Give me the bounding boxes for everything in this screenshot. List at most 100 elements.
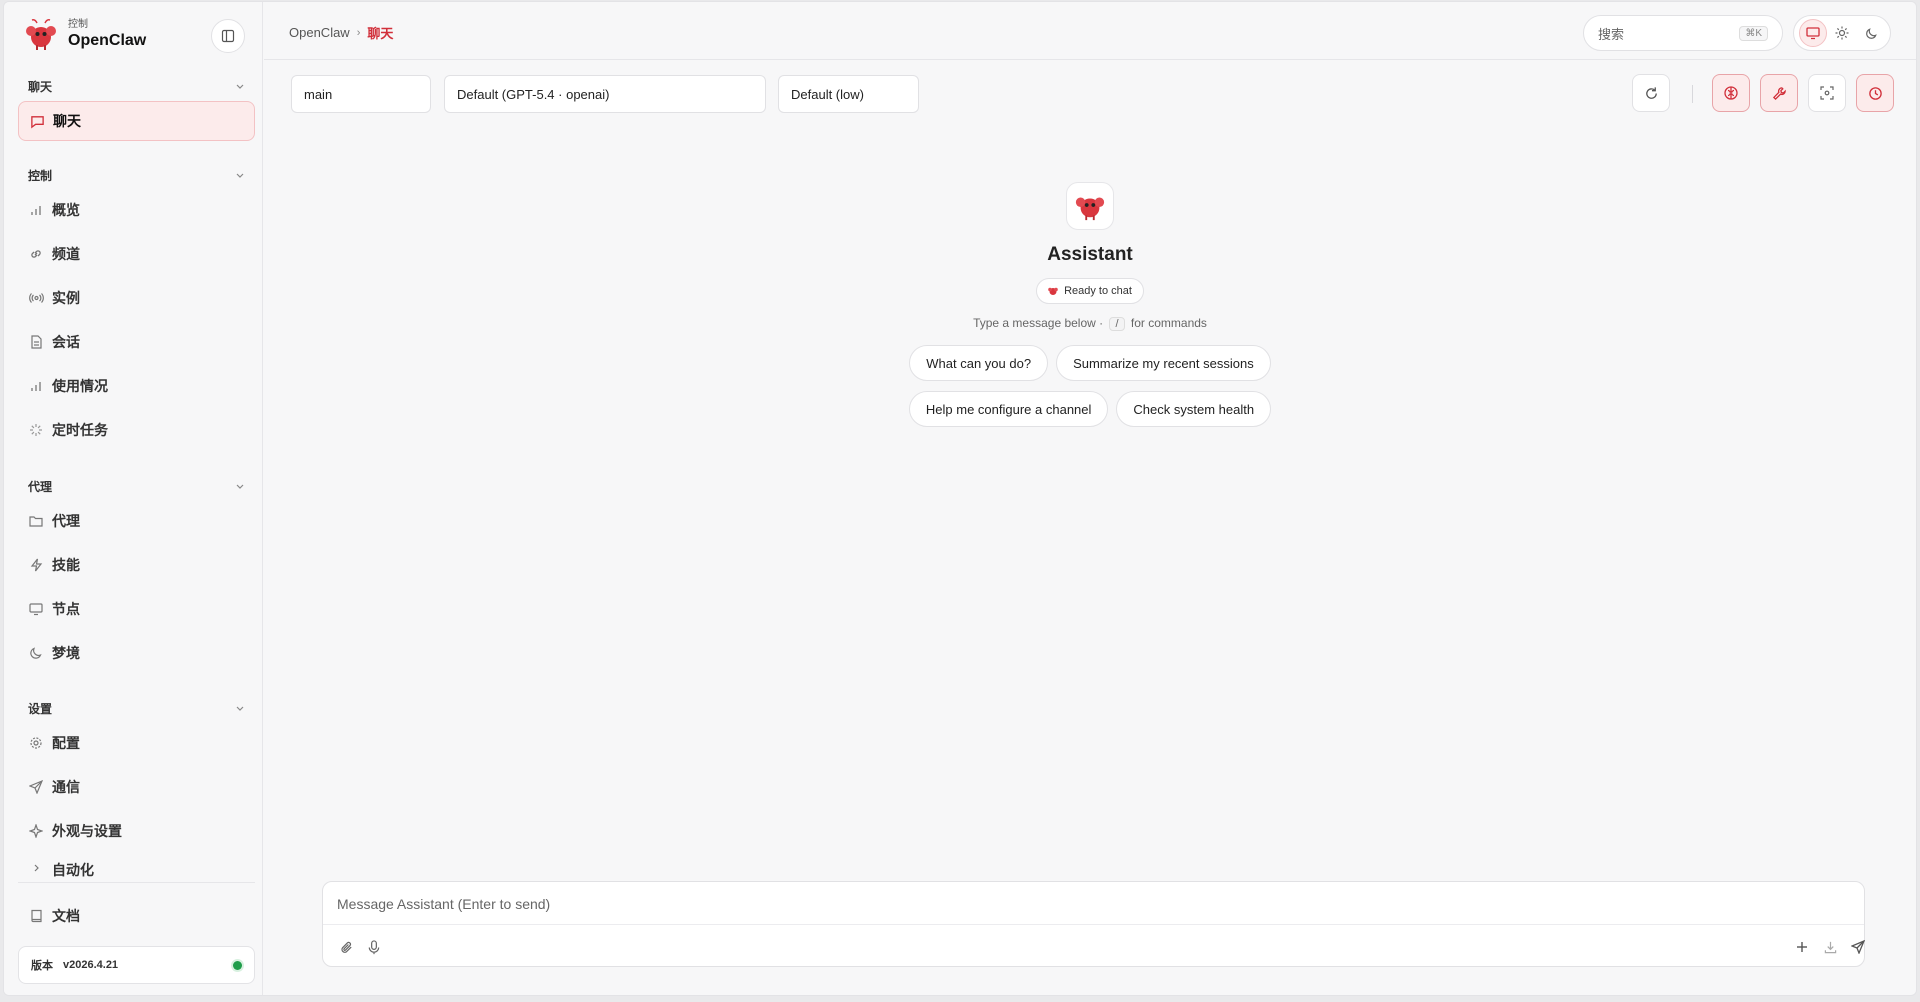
tools-toggle-button[interactable] [1760, 74, 1798, 112]
nav-group-chat: 聊天 聊天 [18, 75, 255, 141]
sidebar-item-usage[interactable]: 使用情况 [18, 366, 255, 406]
nav-group-title: 聊天 [28, 79, 53, 94]
sidebar-collapse-button[interactable] [211, 19, 245, 53]
brain-icon [1724, 86, 1738, 100]
sidebar-item-label: 会话 [52, 334, 80, 350]
nav-group-title: 代理 [28, 479, 53, 494]
chevron-down-icon [236, 706, 244, 711]
thinking-select-value: Default (low) [791, 86, 864, 102]
moon-icon [30, 647, 42, 659]
suggestion-chip[interactable]: Summarize my recent sessions [1056, 345, 1271, 381]
voice-button[interactable] [361, 934, 387, 960]
sidebar-item-chat[interactable]: 聊天 [18, 101, 255, 141]
refresh-icon [1645, 86, 1657, 99]
chevron-down-icon [236, 484, 244, 489]
sidebar-item-label: 梦境 [52, 645, 80, 661]
nav-group-header[interactable]: 代理 [18, 475, 255, 497]
sidebar-item-config[interactable]: 配置 [18, 723, 255, 763]
sidebar-item-label: 聊天 [53, 113, 81, 129]
thinking-select[interactable]: Default (low) [778, 75, 919, 113]
suggestion-row: What can you do? Summarize my recent ses… [264, 345, 1916, 381]
sidebar-item-label: 技能 [52, 557, 80, 573]
suggestion-chip[interactable]: What can you do? [909, 345, 1049, 381]
brand-subtitle: 控制 [68, 19, 88, 30]
suggestion-chip[interactable]: Check system health [1116, 391, 1272, 427]
lobster-logo-icon [26, 19, 56, 50]
theme-light-button[interactable] [1828, 19, 1856, 47]
thinking-toggle-button[interactable] [1712, 74, 1750, 112]
new-chat-button[interactable] [1789, 934, 1815, 960]
sidebar-item-label: 通信 [52, 779, 80, 795]
breadcrumb-separator: › [356, 26, 361, 39]
breadcrumb: OpenClaw › 聊天 [289, 23, 393, 42]
sidebar-item-label: 定时任务 [52, 422, 108, 438]
brand[interactable]: 控制 OpenClaw [24, 18, 146, 52]
sidebar-item-automation[interactable]: 自动化 [18, 855, 255, 877]
sidebar-item-agents[interactable]: 代理 [18, 501, 255, 541]
attach-button[interactable] [333, 934, 359, 960]
search-box[interactable]: 搜索 ⌘K [1583, 15, 1783, 51]
sidebar-item-sessions[interactable]: 会话 [18, 322, 255, 362]
focus-mode-button[interactable] [1808, 74, 1846, 112]
suggestion-chip[interactable]: Help me configure a channel [908, 391, 1109, 427]
session-select[interactable]: main [291, 75, 431, 113]
sidebar-item-label: 实例 [52, 290, 80, 306]
sidebar-item-cron[interactable]: 定时任务 [18, 410, 255, 450]
breadcrumb-current: 聊天 [367, 26, 394, 41]
paperclip-icon [340, 941, 352, 953]
sidebar-item-label: 配置 [52, 735, 80, 751]
nav-docs: 文档 [18, 896, 255, 936]
message-input[interactable] [337, 894, 1837, 914]
breadcrumb-root[interactable]: OpenClaw [289, 25, 350, 40]
nav-group-title: 控制 [28, 168, 53, 183]
nav-group-control: 控制 概览 频道 实例 会话 使用情况 定时任务 [18, 164, 255, 450]
monitor-icon [1806, 27, 1820, 40]
hint-text: Type a message below · [973, 316, 1104, 330]
model-select[interactable]: Default (GPT-5.4 · openai) [444, 75, 766, 113]
theme-dark-button[interactable] [1857, 19, 1885, 47]
sidebar-item-docs[interactable]: 文档 [18, 896, 255, 936]
status-text: Ready to chat [1064, 285, 1132, 297]
sidebar-item-overview[interactable]: 概览 [18, 190, 255, 230]
history-button[interactable] [1856, 74, 1894, 112]
composer-divider [323, 924, 1864, 925]
nav-group-title: 设置 [28, 701, 53, 716]
send-button[interactable] [1845, 934, 1871, 960]
sidebar-item-label: 文档 [52, 908, 80, 924]
sidebar-item-skills[interactable]: 技能 [18, 545, 255, 585]
brand-name: OpenClaw [68, 32, 147, 49]
loader-icon [30, 424, 42, 436]
assistant-avatar [1066, 182, 1114, 230]
sidebar-item-dreams[interactable]: 梦境 [18, 633, 255, 673]
sidebar-item-label: 代理 [52, 513, 80, 529]
version-value: v2026.4.21 [63, 959, 119, 971]
sidebar-item-appearance[interactable]: 外观与设置 [18, 811, 255, 851]
sidebar-item-instances[interactable]: 实例 [18, 278, 255, 318]
folder-icon [29, 515, 43, 527]
zap-icon [30, 558, 42, 572]
sidebar-item-label: 使用情况 [52, 378, 108, 394]
chevron-down-icon [236, 173, 244, 178]
topbar: OpenClaw › 聊天 搜索 ⌘K [264, 2, 1916, 60]
sidebar-item-label: 自动化 [52, 862, 94, 877]
version-indicator: 版本 v2026.4.21 [18, 946, 255, 984]
send-icon [1851, 940, 1865, 954]
clock-icon [1868, 86, 1882, 100]
nav-group-header[interactable]: 聊天 [18, 75, 255, 97]
theme-system-button[interactable] [1798, 19, 1827, 47]
sidebar-item-nodes[interactable]: 节点 [18, 589, 255, 629]
export-button[interactable] [1817, 934, 1843, 960]
link-icon [31, 250, 41, 258]
refresh-button[interactable] [1632, 74, 1670, 112]
bar-chart-icon [31, 382, 41, 391]
document-icon [30, 335, 42, 349]
nav-group-header[interactable]: 控制 [18, 164, 255, 186]
sidebar-item-comms[interactable]: 通信 [18, 767, 255, 807]
nav-group-header[interactable]: 设置 [18, 697, 255, 719]
suggestion-row: Help me configure a channel Check system… [264, 391, 1916, 427]
nav-group-settings: 设置 配置 通信 外观与设置 自动化 [18, 697, 255, 877]
message-composer [322, 881, 1865, 967]
sidebar-item-channels[interactable]: 频道 [18, 234, 255, 274]
sidebar-item-label: 概览 [52, 202, 80, 218]
focus-icon [1820, 86, 1834, 100]
